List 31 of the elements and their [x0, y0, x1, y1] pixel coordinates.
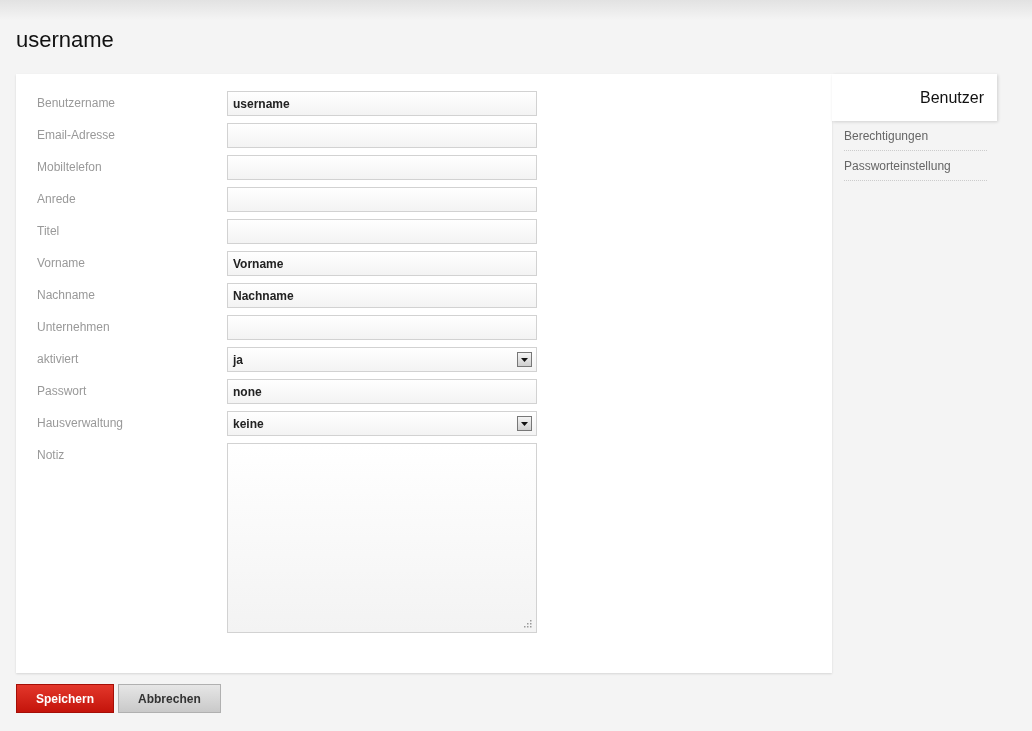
input-field[interactable]	[227, 155, 537, 180]
field-label: Passwort	[37, 383, 88, 398]
field-label: Anrede	[37, 191, 77, 206]
field-label: Titel	[37, 223, 61, 238]
field-label: aktiviert	[37, 351, 80, 366]
resize-grip-icon[interactable]	[523, 619, 532, 628]
field-label: Mobiltelefon	[37, 159, 103, 174]
page-title: username	[16, 26, 115, 54]
field-label: Unternehmen	[37, 319, 111, 334]
input-field[interactable]	[227, 187, 537, 212]
input-field[interactable]: username	[227, 91, 537, 116]
input-field[interactable]	[227, 123, 537, 148]
field-label: Notiz	[37, 447, 66, 462]
textarea-field[interactable]	[227, 443, 537, 633]
field-label: Email-Adresse	[37, 127, 117, 142]
select-field[interactable]: keine	[227, 411, 537, 436]
input-field[interactable]	[227, 315, 537, 340]
input-field[interactable]	[227, 219, 537, 244]
side-tab[interactable]: Passworteinstellung	[844, 151, 987, 181]
field-label: Hausverwaltung	[37, 415, 125, 430]
input-field[interactable]: Vorname	[227, 251, 537, 276]
field-label: Benutzername	[37, 95, 117, 110]
cancel-button[interactable]: Abbrechen	[118, 684, 221, 713]
side-tab[interactable]: Benutzer	[832, 74, 997, 121]
field-label: Nachname	[37, 287, 97, 302]
select-field[interactable]: ja	[227, 347, 537, 372]
input-field[interactable]: Nachname	[227, 283, 537, 308]
input-field[interactable]: none	[227, 379, 537, 404]
side-tab[interactable]: Berechtigungen	[844, 121, 987, 151]
save-button[interactable]: Speichern	[16, 684, 115, 713]
field-label: Vorname	[37, 255, 87, 270]
